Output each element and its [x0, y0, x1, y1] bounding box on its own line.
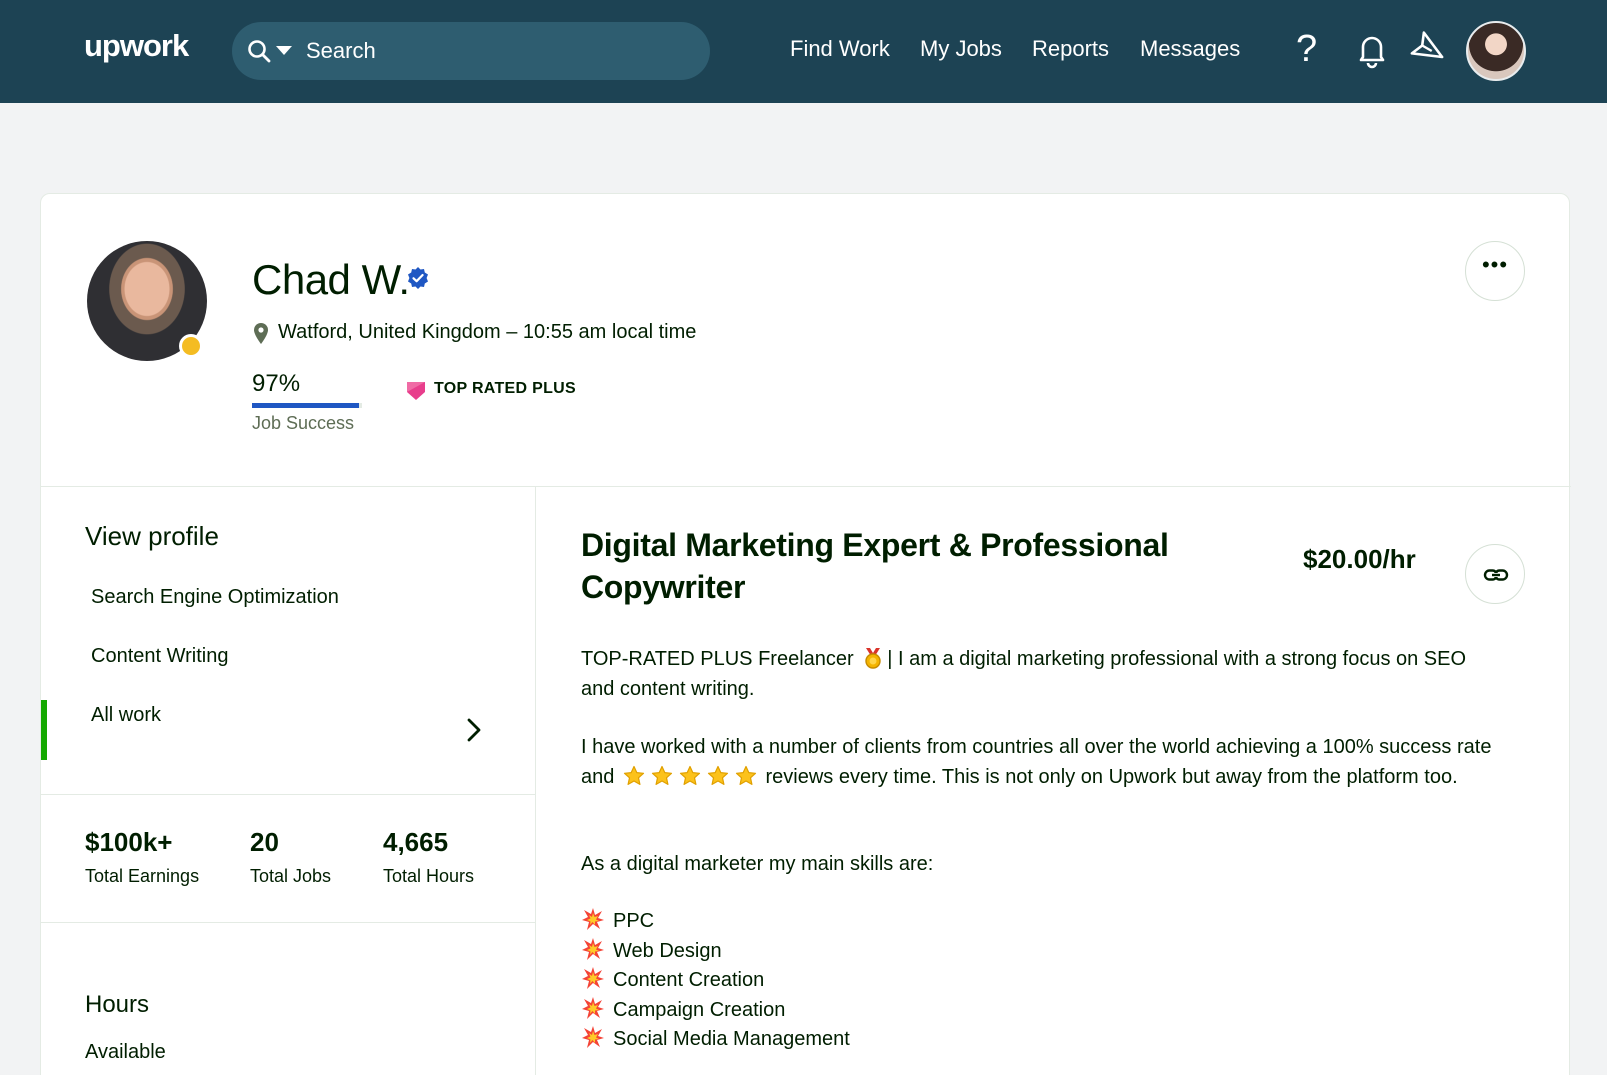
star-icon [623, 765, 645, 785]
total-jobs-value: 20 [250, 827, 279, 857]
sidebar-item-seo[interactable]: Search Engine Optimization [91, 586, 339, 609]
nav-messages[interactable]: Messages [1140, 36, 1240, 62]
bell-icon[interactable] [1352, 30, 1392, 70]
chevron-right-icon[interactable] [465, 716, 483, 744]
total-earnings-label: Total Earnings [85, 866, 200, 886]
job-success-bar [252, 403, 362, 408]
collision-icon [582, 967, 604, 989]
skill-label: Campaign Creation [613, 998, 786, 1021]
divider [41, 486, 1571, 487]
status-dot [179, 334, 203, 358]
profile-card: Chad W. Watford, United Kingdom – 10:55 … [40, 193, 1571, 1075]
location-text: Watford, United Kingdom – 10:55 am local… [278, 321, 697, 343]
overview-paragraph-2: I have worked with a number of clients f… [581, 736, 1492, 788]
hours-heading: Hours [85, 991, 150, 1018]
total-jobs-label: Total Jobs [250, 866, 332, 886]
total-earnings-value: $100k+ [85, 827, 173, 857]
star-icon [735, 765, 757, 785]
star-icon [651, 765, 673, 785]
skill-label: Web Design [613, 939, 722, 962]
view-profile-heading: View profile [85, 521, 219, 551]
send-icon[interactable] [1410, 30, 1450, 70]
job-success-score: 97% [252, 370, 301, 397]
nav-reports[interactable]: Reports [1032, 36, 1109, 62]
search-icon[interactable] [246, 38, 272, 64]
copy-link-button[interactable] [1465, 544, 1525, 604]
upwork-logo[interactable]: upwork [84, 28, 189, 64]
top-navigation-bar: upwork Find Work My Jobs Reports Message… [0, 0, 1607, 103]
star-icon [707, 765, 729, 785]
help-icon[interactable]: ? [1296, 28, 1317, 71]
skill-item: PPC [581, 907, 654, 933]
link-icon [1483, 569, 1509, 581]
active-indicator [41, 700, 47, 760]
divider [41, 922, 535, 923]
medal-icon [865, 648, 881, 669]
collision-icon [582, 908, 604, 930]
hourly-rate: $20.00/hr [1303, 544, 1416, 574]
verified-icon [408, 267, 428, 289]
skill-item: Content Creation [581, 966, 764, 992]
sidebar-item-all-work[interactable]: All work [91, 704, 161, 727]
overview-paragraph-3: As a digital marketer my main skills are… [581, 853, 934, 875]
profile-title: Digital Marketing Expert & Professional … [581, 527, 1169, 605]
nav-find-work[interactable]: Find Work [790, 36, 890, 62]
chevron-down-icon[interactable] [276, 46, 292, 55]
divider [41, 794, 535, 795]
job-success-label: Job Success [252, 413, 355, 433]
search-bar[interactable] [232, 22, 710, 80]
collision-icon [582, 996, 604, 1019]
overview-paragraph-1: TOP-RATED PLUS Freelancer | I am a digit… [581, 648, 1467, 700]
total-hours-value: 4,665 [383, 827, 449, 857]
skill-label: Content Creation [613, 969, 765, 991]
total-hours-label: Total Hours [383, 866, 475, 886]
job-success-bar-fill [252, 403, 359, 408]
collision-icon [582, 937, 604, 960]
skill-item: Web Design [581, 937, 722, 963]
search-input[interactable] [306, 22, 686, 80]
divider [535, 486, 536, 1075]
skill-label: Social Media Management [613, 1028, 850, 1050]
freelancer-name: Chad W. [252, 256, 410, 303]
top-rated-plus-badge-icon [407, 382, 425, 400]
skill-item: Campaign Creation [581, 996, 785, 1022]
hours-availability: Available [85, 1041, 166, 1063]
five-star-rating [620, 765, 760, 788]
sidebar-item-content-writing[interactable]: Content Writing [91, 645, 228, 668]
skill-item: Social Media Management [581, 1025, 850, 1051]
more-options-button[interactable]: ••• [1465, 241, 1525, 301]
nav-my-jobs[interactable]: My Jobs [920, 36, 1002, 62]
top-rated-plus-badge: TOP RATED PLUS [434, 380, 576, 397]
skill-label: PPC [613, 910, 655, 932]
user-avatar[interactable] [1466, 21, 1526, 81]
star-icon [679, 765, 701, 785]
collision-icon [582, 1026, 604, 1048]
